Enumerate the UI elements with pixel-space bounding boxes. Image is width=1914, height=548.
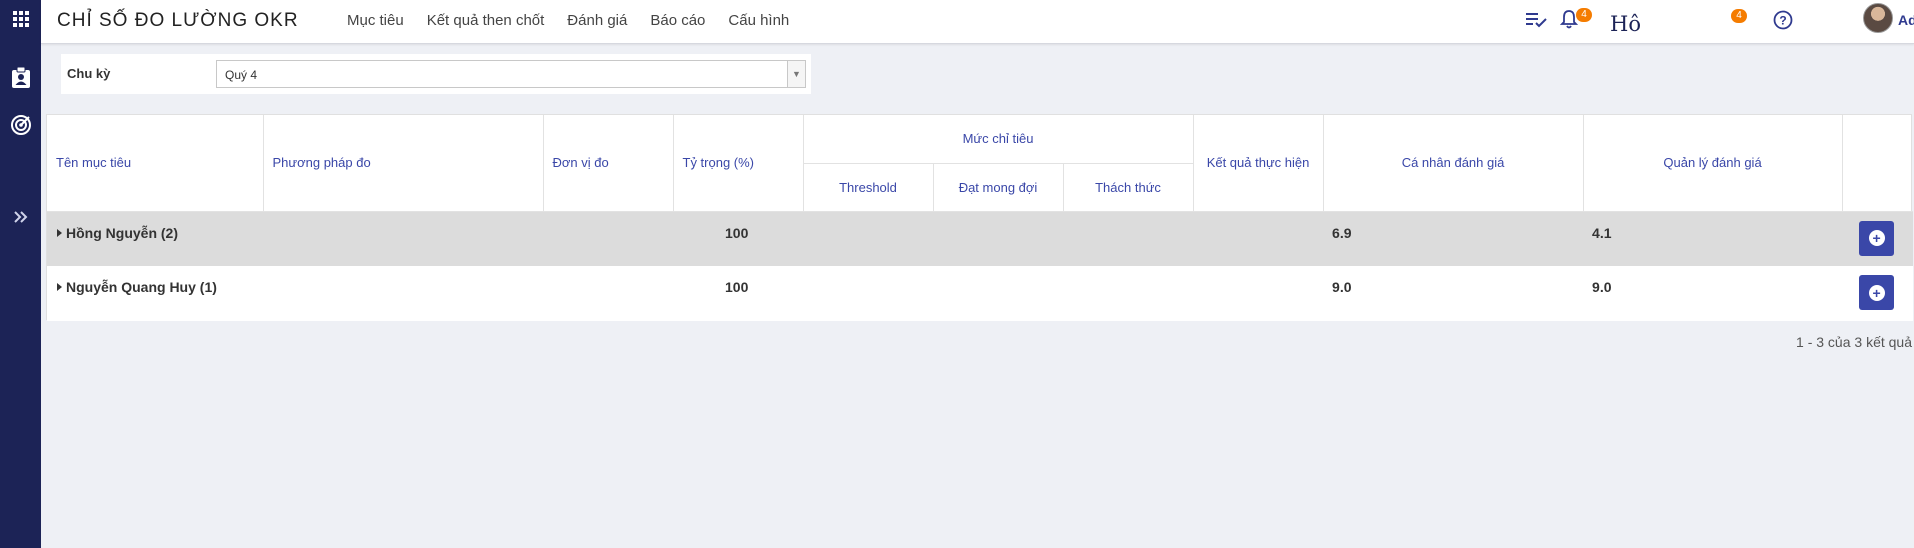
- row-manager-eval: 4.1: [1583, 211, 1843, 266]
- nav-item-settings[interactable]: Cấu hình: [728, 12, 789, 29]
- add-button[interactable]: +: [1859, 220, 1895, 256]
- table-row[interactable]: Hồng Nguyễn (2) 100 6.9 4.1 +: [47, 211, 1914, 266]
- target-icon[interactable]: [8, 112, 33, 137]
- help-icon[interactable]: ?: [1773, 10, 1793, 30]
- left-sidebar: [0, 0, 41, 548]
- filter-bar: Chu kỳ Quý 4 ▼: [61, 54, 811, 94]
- header-actions: [1842, 115, 1914, 212]
- plus-circle-icon: +: [1868, 284, 1885, 301]
- header-threshold: Threshold: [803, 163, 934, 212]
- pagination-info: 1 - 3 của 3 kết quả: [1796, 334, 1912, 350]
- expand-sidebar-icon[interactable]: [8, 204, 33, 229]
- apps-grid-icon[interactable]: [8, 6, 33, 31]
- header-expected: Đạt mong đợi: [933, 163, 1064, 212]
- row-unit-cell: [543, 211, 673, 266]
- row-self-eval: 6.9: [1323, 211, 1584, 266]
- row-method-cell: [263, 211, 543, 266]
- row-manager-eval: 9.0: [1583, 266, 1843, 321]
- row-unit-cell: [543, 266, 673, 321]
- dropdown-arrow-icon[interactable]: ▼: [787, 61, 805, 87]
- expand-caret-icon[interactable]: [57, 283, 62, 291]
- row-method-cell: [263, 266, 543, 321]
- row-name-cell[interactable]: Hồng Nguyễn (2): [47, 211, 263, 266]
- plus-circle-icon: +: [1868, 230, 1885, 246]
- cycle-label: Chu kỳ: [67, 66, 111, 81]
- row-name-cell[interactable]: Nguyễn Quang Huy (1): [47, 266, 263, 321]
- okr-table: Tên mục tiêu Phương pháp đo Đơn vị đo Tỷ…: [46, 114, 1914, 321]
- header-self-eval: Cá nhân đánh giá: [1323, 115, 1584, 212]
- row-weight: 100: [673, 266, 803, 321]
- row-name: Hồng Nguyễn (2): [66, 224, 178, 241]
- nav-item-key-results[interactable]: Kết quả then chốt: [427, 12, 545, 29]
- add-button[interactable]: +: [1859, 275, 1895, 310]
- clipboard-user-icon[interactable]: [8, 65, 33, 90]
- header-target-group: Mức chỉ tiêu: [803, 115, 1194, 164]
- row-name: Nguyễn Quang Huy (1): [66, 279, 217, 295]
- header-manager-eval: Quản lý đánh giá: [1583, 115, 1843, 212]
- svg-text:?: ?: [1779, 14, 1786, 28]
- task-list-icon[interactable]: [1525, 11, 1547, 29]
- header-objective-name: Tên mục tiêu: [47, 115, 264, 212]
- nav-item-reports[interactable]: Báo cáo: [650, 12, 705, 29]
- user-name[interactable]: Admin: [1898, 12, 1914, 28]
- header-method: Phương pháp đo: [263, 115, 544, 212]
- header-unit: Đơn vị đo: [543, 115, 674, 212]
- header-challenge: Thách thức: [1063, 163, 1194, 212]
- expand-caret-icon[interactable]: [57, 228, 62, 237]
- main-nav: Mục tiêu Kết quả then chốt Đánh giá Báo …: [347, 12, 812, 29]
- nav-item-evaluation[interactable]: Đánh giá: [567, 12, 627, 29]
- avatar[interactable]: [1863, 3, 1893, 33]
- notification-badge: 4: [1576, 8, 1592, 22]
- ho-text: Hô: [1610, 12, 1641, 36]
- app-title: CHỈ SỐ ĐO LƯỜNG OKR: [57, 10, 299, 31]
- cycle-selected-value: Quý 4: [225, 68, 258, 82]
- row-weight: 100: [673, 211, 803, 266]
- row-self-eval: 9.0: [1323, 266, 1584, 321]
- header-weight: Tỷ trọng (%): [673, 115, 804, 212]
- task-badge: 4: [1731, 9, 1747, 23]
- top-header: CHỈ SỐ ĐO LƯỜNG OKR Mục tiêu Kết quả the…: [41, 0, 1914, 44]
- nav-item-objectives[interactable]: Mục tiêu: [347, 12, 404, 29]
- header-result: Kết quả thực hiện: [1193, 115, 1324, 212]
- table-row[interactable]: Nguyễn Quang Huy (1) 100 9.0 9.0 +: [47, 266, 1914, 321]
- cycle-select[interactable]: Quý 4 ▼: [216, 60, 806, 88]
